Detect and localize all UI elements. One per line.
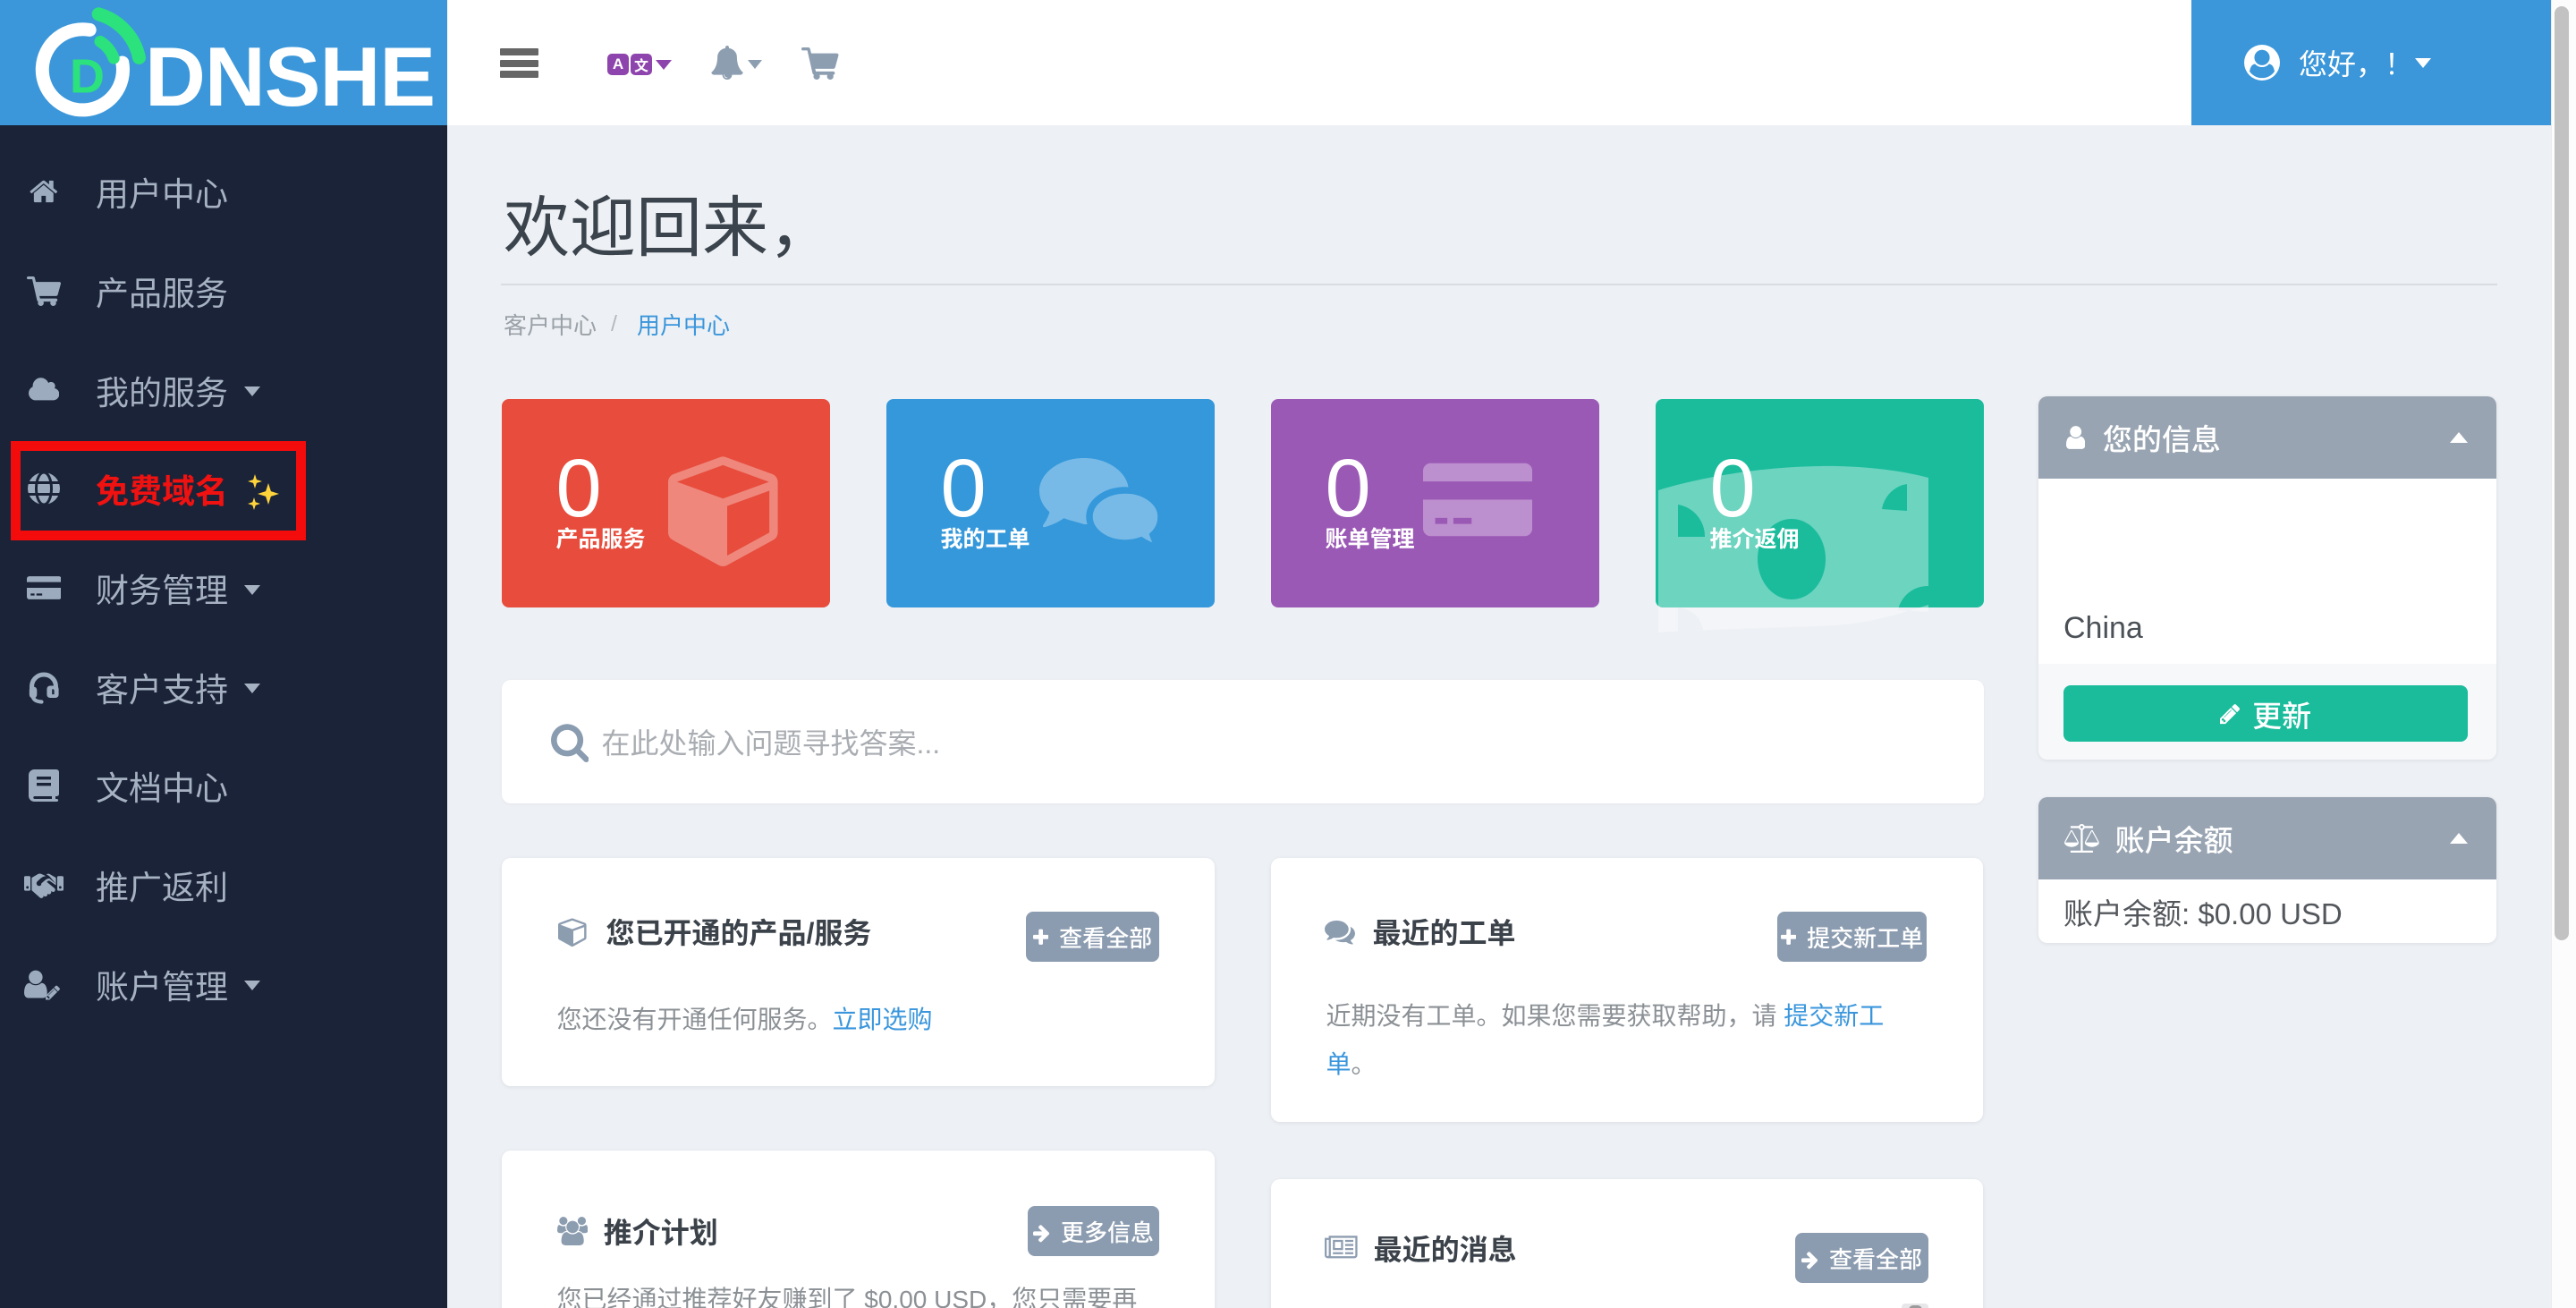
svg-text:D: D	[70, 50, 105, 104]
